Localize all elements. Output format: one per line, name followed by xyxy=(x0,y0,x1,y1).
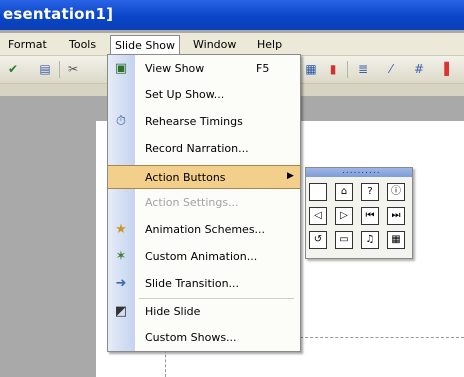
animation-schemes-icon: ★ xyxy=(115,222,127,237)
end-icon: ⏭ xyxy=(391,210,401,221)
menu-item-label: Custom Animation... xyxy=(145,250,258,263)
submenu-grip[interactable]: .......... xyxy=(306,166,412,177)
action-button-custom[interactable] xyxy=(309,183,327,201)
action-button-beginning[interactable]: ⏮ xyxy=(361,207,379,225)
action-buttons-submenu: .......... ⌂ ? ⓘ ◁ ▷ ⏮ ⏭ ↺ ▭ ♫ ▦ xyxy=(305,166,413,259)
menu-item-action-settings[interactable]: Action Settings... xyxy=(108,191,300,215)
home-icon: ⌂ xyxy=(340,186,348,197)
menu-item-slide-transition[interactable]: ➜ Slide Transition... xyxy=(108,272,300,296)
menu-tools[interactable]: Tools xyxy=(69,37,96,53)
menu-slide-show[interactable]: Slide Show xyxy=(110,35,181,56)
action-button-end[interactable]: ⏭ xyxy=(387,207,405,225)
action-button-home[interactable]: ⌂ xyxy=(335,183,353,201)
menu-item-record-narration[interactable]: Record Narration... xyxy=(108,137,300,161)
action-button-forward[interactable]: ▷ xyxy=(335,207,353,225)
menu-item-label: Action Buttons xyxy=(145,171,226,184)
expand-icon[interactable]: ≣ xyxy=(356,62,370,76)
information-icon: ⓘ xyxy=(391,186,401,197)
placeholder-border xyxy=(300,337,464,338)
cut-icon[interactable]: ✂ xyxy=(66,62,80,76)
action-button-help[interactable]: ? xyxy=(361,183,379,201)
beginning-icon: ⏮ xyxy=(365,210,375,221)
submenu-arrow-icon: ▶ xyxy=(287,171,294,181)
research-icon[interactable]: ▤ xyxy=(38,62,52,76)
menu-item-action-buttons[interactable]: Action Buttons ▶ xyxy=(108,165,300,189)
back-icon: ◁ xyxy=(314,210,322,221)
return-icon: ↺ xyxy=(313,234,323,245)
help-icon: ? xyxy=(367,186,373,197)
custom-animation-icon: ✶ xyxy=(115,249,127,264)
color-icon[interactable]: ▌ xyxy=(442,62,456,76)
view-show-icon: ▣ xyxy=(114,61,128,76)
show-formatting-icon[interactable]: ⁄ xyxy=(384,62,398,76)
action-button-sound[interactable]: ♫ xyxy=(361,231,379,249)
hide-slide-icon: ◩ xyxy=(114,304,128,319)
menu-item-custom-animation[interactable]: ✶ Custom Animation... xyxy=(108,245,300,269)
toolbar-separator xyxy=(59,61,60,78)
chart-icon[interactable]: ▮ xyxy=(326,62,340,76)
document-icon: ▭ xyxy=(339,234,349,245)
menu-bar: Format Tools Slide Show Window Help xyxy=(0,33,464,56)
menu-item-view-show[interactable]: ▣ View Show F5 xyxy=(108,57,300,81)
menu-item-shortcut: F5 xyxy=(256,62,270,75)
menu-item-label: Animation Schemes... xyxy=(145,223,266,236)
menu-item-label: View Show xyxy=(145,62,205,75)
menu-item-label: Action Settings... xyxy=(145,196,239,209)
action-button-information[interactable]: ⓘ xyxy=(387,183,405,201)
menu-format[interactable]: Format xyxy=(8,37,47,53)
window-title-bar: esentation1] xyxy=(0,0,464,30)
rehearse-timings-icon: ⏱ xyxy=(115,114,127,129)
menu-help[interactable]: Help xyxy=(257,37,282,53)
sound-icon: ♫ xyxy=(365,234,375,245)
action-button-back[interactable]: ◁ xyxy=(309,207,327,225)
action-button-return[interactable]: ↺ xyxy=(309,231,327,249)
grid-icon[interactable]: # xyxy=(412,62,426,76)
spelling-icon[interactable]: ✔ xyxy=(6,62,20,76)
slide-transition-icon: ➜ xyxy=(115,276,127,291)
window-title: esentation1] xyxy=(3,5,114,23)
menu-separator xyxy=(139,298,294,299)
table-icon[interactable]: ▦ xyxy=(304,62,318,76)
menu-item-label: Slide Transition... xyxy=(145,277,240,290)
menu-item-label: Hide Slide xyxy=(145,305,201,318)
menu-item-animation-schemes[interactable]: ★ Animation Schemes... xyxy=(108,218,300,242)
menu-window[interactable]: Window xyxy=(193,37,236,53)
toolbar-separator xyxy=(347,61,348,78)
menu-item-label: Rehearse Timings xyxy=(145,115,243,128)
menu-item-rehearse-timings[interactable]: ⏱ Rehearse Timings xyxy=(108,110,300,134)
menu-item-set-up-show[interactable]: Set Up Show... xyxy=(108,83,300,107)
menu-item-custom-shows[interactable]: Custom Shows... xyxy=(108,326,300,350)
menu-item-label: Record Narration... xyxy=(145,142,249,155)
forward-icon: ▷ xyxy=(340,210,348,221)
menu-item-label: Custom Shows... xyxy=(145,331,237,344)
grip-dots: .......... xyxy=(342,166,381,176)
slide-show-menu: ▣ View Show F5 Set Up Show... ⏱ Rehearse… xyxy=(107,54,301,352)
movie-icon: ▦ xyxy=(391,234,401,245)
action-button-document[interactable]: ▭ xyxy=(335,231,353,249)
menu-item-hide-slide[interactable]: ◩ Hide Slide xyxy=(108,300,300,324)
action-button-movie[interactable]: ▦ xyxy=(387,231,405,249)
menu-item-label: Set Up Show... xyxy=(145,88,225,101)
